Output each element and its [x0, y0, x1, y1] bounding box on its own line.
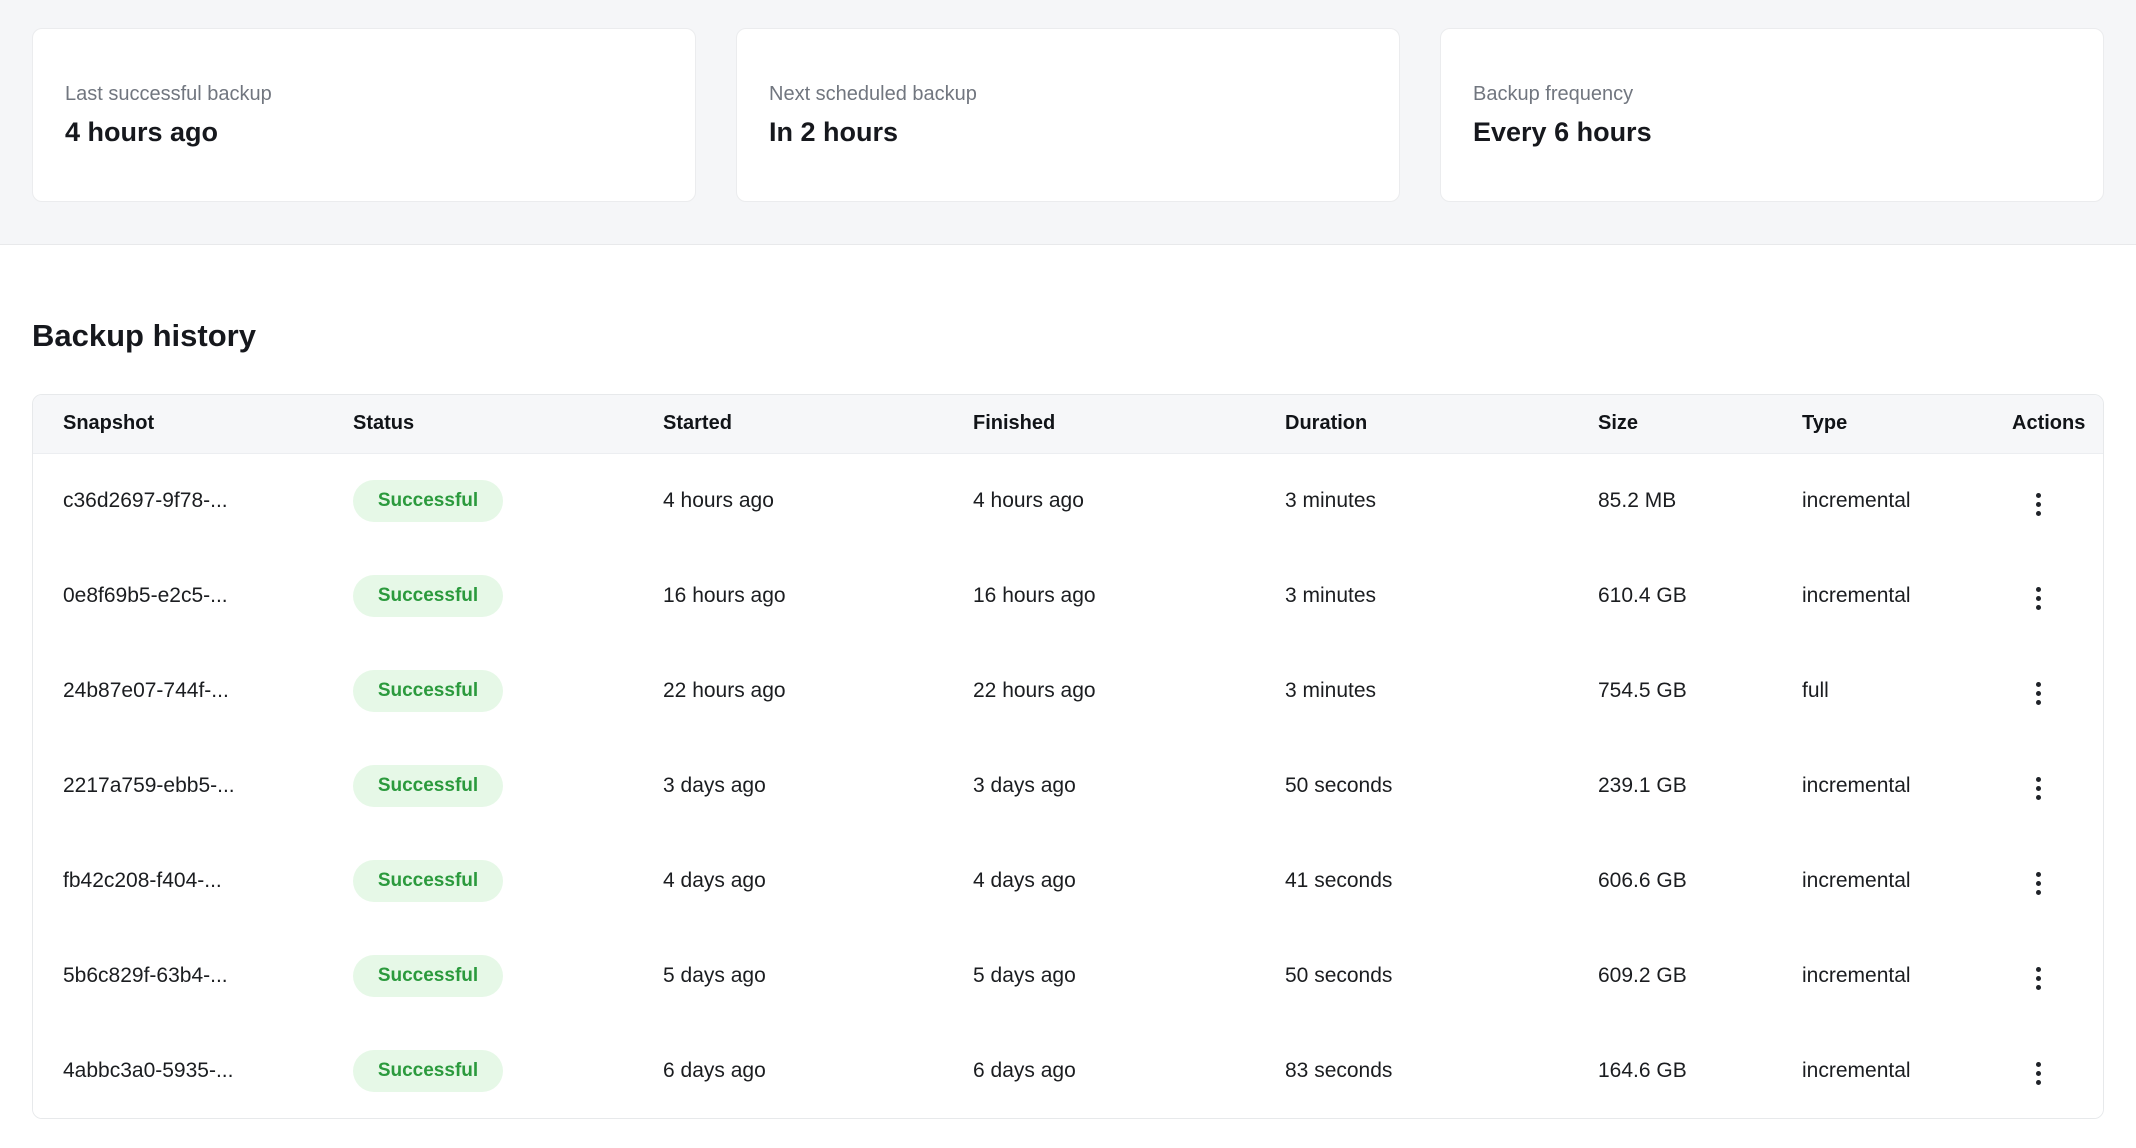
started-cell: 22 hours ago [663, 643, 973, 738]
table-row: fb42c208-f404-... Successful 4 days ago … [33, 833, 2103, 928]
finished-cell: 6 days ago [973, 1023, 1285, 1118]
kebab-menu-icon [2036, 872, 2041, 895]
duration-cell: 3 minutes [1285, 643, 1598, 738]
kebab-menu-icon [2036, 777, 2041, 800]
column-header-size: Size [1598, 395, 1802, 453]
finished-cell: 16 hours ago [973, 548, 1285, 643]
type-cell: incremental [1802, 738, 2012, 833]
size-cell: 164.6 GB [1598, 1023, 1802, 1118]
stat-value: In 2 hours [769, 116, 1367, 148]
kebab-menu-icon [2036, 587, 2041, 610]
snapshot-id: 4abbc3a0-5935-... [33, 1023, 353, 1118]
column-header-duration: Duration [1285, 395, 1598, 453]
row-actions-button[interactable] [2020, 486, 2056, 522]
started-cell: 5 days ago [663, 928, 973, 1023]
size-cell: 609.2 GB [1598, 928, 1802, 1023]
status-badge: Successful [353, 670, 503, 712]
type-cell: incremental [1802, 1023, 2012, 1118]
snapshot-id: fb42c208-f404-... [33, 833, 353, 928]
type-cell: incremental [1802, 453, 2012, 548]
stat-label: Last successful backup [65, 82, 663, 106]
duration-cell: 3 minutes [1285, 453, 1598, 548]
table-row: 2217a759-ebb5-... Successful 3 days ago … [33, 738, 2103, 833]
status-badge: Successful [353, 1050, 503, 1092]
type-cell: incremental [1802, 833, 2012, 928]
table-row: 5b6c829f-63b4-... Successful 5 days ago … [33, 928, 2103, 1023]
snapshot-id: 24b87e07-744f-... [33, 643, 353, 738]
stat-card-next-backup: Next scheduled backup In 2 hours [736, 28, 1400, 202]
started-cell: 3 days ago [663, 738, 973, 833]
snapshot-id: 0e8f69b5-e2c5-... [33, 548, 353, 643]
backup-history-table-card: Snapshot Status Started Finished Duratio… [32, 394, 2104, 1119]
row-actions-button[interactable] [2020, 866, 2056, 902]
stat-label: Backup frequency [1473, 82, 2071, 106]
status-badge: Successful [353, 765, 503, 807]
size-cell: 754.5 GB [1598, 643, 1802, 738]
status-badge: Successful [353, 955, 503, 997]
column-header-snapshot: Snapshot [33, 395, 353, 453]
duration-cell: 3 minutes [1285, 548, 1598, 643]
status-badge: Successful [353, 480, 503, 522]
kebab-menu-icon [2036, 1062, 2041, 1085]
kebab-menu-icon [2036, 967, 2041, 990]
finished-cell: 4 days ago [973, 833, 1285, 928]
duration-cell: 83 seconds [1285, 1023, 1598, 1118]
status-badge: Successful [353, 860, 503, 902]
table-row: 0e8f69b5-e2c5-... Successful 16 hours ag… [33, 548, 2103, 643]
page-title: Backup history [32, 317, 2104, 354]
started-cell: 4 hours ago [663, 453, 973, 548]
snapshot-id: 2217a759-ebb5-... [33, 738, 353, 833]
size-cell: 85.2 MB [1598, 453, 1802, 548]
snapshot-id: 5b6c829f-63b4-... [33, 928, 353, 1023]
finished-cell: 4 hours ago [973, 453, 1285, 548]
table-row: 24b87e07-744f-... Successful 22 hours ag… [33, 643, 2103, 738]
finished-cell: 3 days ago [973, 738, 1285, 833]
column-header-status: Status [353, 395, 663, 453]
duration-cell: 50 seconds [1285, 738, 1598, 833]
started-cell: 6 days ago [663, 1023, 973, 1118]
started-cell: 4 days ago [663, 833, 973, 928]
stat-label: Next scheduled backup [769, 82, 1367, 106]
size-cell: 606.6 GB [1598, 833, 1802, 928]
row-actions-button[interactable] [2020, 1056, 2056, 1092]
row-actions-button[interactable] [2020, 771, 2056, 807]
stat-value: 4 hours ago [65, 116, 663, 148]
stat-card-backup-frequency: Backup frequency Every 6 hours [1440, 28, 2104, 202]
finished-cell: 5 days ago [973, 928, 1285, 1023]
status-badge: Successful [353, 575, 503, 617]
row-actions-button[interactable] [2020, 676, 2056, 712]
stat-value: Every 6 hours [1473, 116, 2071, 148]
duration-cell: 50 seconds [1285, 928, 1598, 1023]
table-row: c36d2697-9f78-... Successful 4 hours ago… [33, 453, 2103, 548]
column-header-finished: Finished [973, 395, 1285, 453]
stats-section: Last successful backup 4 hours ago Next … [0, 0, 2136, 245]
column-header-started: Started [663, 395, 973, 453]
backup-history-table: Snapshot Status Started Finished Duratio… [33, 395, 2103, 1118]
kebab-menu-icon [2036, 682, 2041, 705]
size-cell: 239.1 GB [1598, 738, 1802, 833]
size-cell: 610.4 GB [1598, 548, 1802, 643]
started-cell: 16 hours ago [663, 548, 973, 643]
row-actions-button[interactable] [2020, 581, 2056, 617]
stat-card-last-backup: Last successful backup 4 hours ago [32, 28, 696, 202]
type-cell: incremental [1802, 928, 2012, 1023]
column-header-actions: Actions [2012, 395, 2103, 453]
type-cell: full [1802, 643, 2012, 738]
row-actions-button[interactable] [2020, 961, 2056, 997]
table-header-row: Snapshot Status Started Finished Duratio… [33, 395, 2103, 453]
type-cell: incremental [1802, 548, 2012, 643]
finished-cell: 22 hours ago [973, 643, 1285, 738]
backup-history-section: Backup history Snapshot Status Started F… [0, 317, 2136, 1119]
column-header-type: Type [1802, 395, 2012, 453]
duration-cell: 41 seconds [1285, 833, 1598, 928]
kebab-menu-icon [2036, 493, 2041, 516]
snapshot-id: c36d2697-9f78-... [33, 453, 353, 548]
table-row: 4abbc3a0-5935-... Successful 6 days ago … [33, 1023, 2103, 1118]
